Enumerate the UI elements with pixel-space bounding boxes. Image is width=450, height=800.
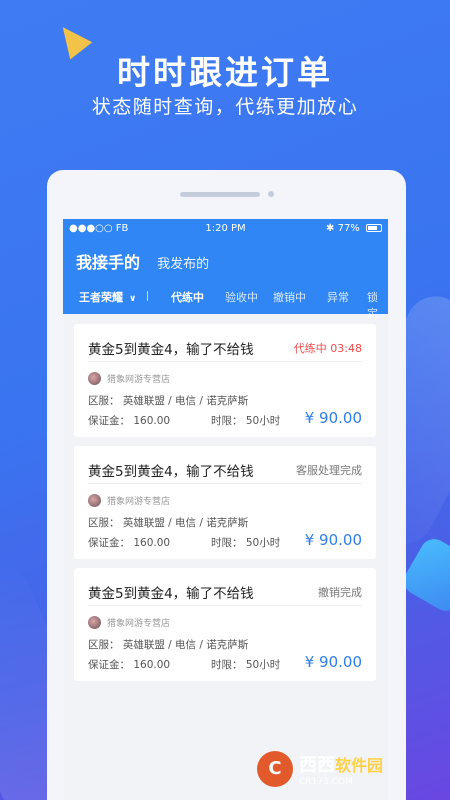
site-watermark: C 西西软件园 CR173.COM [257,750,432,788]
order-card[interactable]: 黄金5到黄金4，输了不给钱 客服处理完成 猎象网游专营店 区服： 英雄联盟 / … [74,446,376,559]
shop-name: 猎象网游专营店 [107,497,171,507]
card-divider [88,483,362,484]
promo-headline: 时时跟进订单 [117,53,333,92]
watermark-text: 西西软件园 CR173.COM [293,751,383,787]
order-card[interactable]: 黄金5到黄金4，输了不给钱 代练中 03:48 猎象网游专营店 区服： 英雄联盟… [74,324,376,437]
order-status: 代练中 03:48 [293,342,362,355]
watermark-sub: 软件园 [335,756,384,775]
watermark-brand: 西西 [299,755,335,776]
battery-indicator: ✱ 77% [326,223,382,234]
game-selector[interactable]: 王者荣耀 ∨ [79,289,136,305]
watermark-logo: C [257,751,293,787]
order-time-limit: 时限： 50小时 [211,415,281,427]
order-deposit: 保证金： 160.00 [88,659,171,671]
status-bar: ●●●○○ FB 1:20 PM ✱ 77% [63,219,388,239]
order-deposit: 保证金： 160.00 [88,537,171,549]
shop-info: 猎象网游专营店 [88,494,170,507]
game-selector-label: 王者荣耀 [79,291,123,304]
order-price: ¥ 90.00 [304,531,362,549]
order-price: ¥ 90.00 [304,409,362,427]
filter-bar: 王者荣耀 ∨ 代练中 验收中 撤销中 异常 锁定 [63,289,388,320]
order-status: 客服处理完成 [296,464,362,477]
order-card[interactable]: 黄金5到黄金4，输了不给钱 撤销完成 猎象网游专营店 区服： 英雄联盟 / 电信… [74,568,376,681]
order-title: 黄金5到黄金4，输了不给钱 [88,586,254,602]
order-deposit: 保证金： 160.00 [88,415,171,427]
bluetooth-icon: ✱ [326,223,335,234]
shop-info: 猎象网游专营店 [88,616,170,629]
phone-camera [268,191,274,197]
order-status: 撤销完成 [318,586,362,599]
filter-in-progress[interactable]: 代练中 [171,289,204,305]
shop-avatar [88,372,101,385]
header-tabs: 我接手的 我发布的 [76,249,209,273]
tab-accepted[interactable]: 我接手的 [76,253,140,272]
order-title: 黄金5到黄金4，输了不给钱 [88,464,254,480]
battery-percent: 77% [337,223,360,234]
shop-avatar [88,494,101,507]
chevron-down-icon: ∨ [129,294,137,304]
order-title: 黄金5到黄金4，输了不给钱 [88,342,254,358]
shop-name: 猎象网游专营店 [107,375,171,385]
filter-revoking[interactable]: 撤销中 [273,289,306,305]
app-screen: ●●●○○ FB 1:20 PM ✱ 77% 我接手的 我发布的 王者荣耀 ∨ 代… [63,219,388,800]
card-divider [88,605,362,606]
order-time-limit: 时限： 50小时 [211,659,281,671]
order-region: 区服： 英雄联盟 / 电信 / 诺克萨斯 [88,639,249,651]
shop-avatar [88,616,101,629]
phone-speaker [180,192,260,197]
app-header: ●●●○○ FB 1:20 PM ✱ 77% 我接手的 我发布的 王者荣耀 ∨ 代… [63,219,388,320]
tab-published[interactable]: 我发布的 [157,257,209,272]
watermark-url: CR173.COM [299,777,353,787]
filter-locked[interactable]: 锁定 [367,289,388,321]
order-price: ¥ 90.00 [304,653,362,671]
order-region: 区服： 英雄联盟 / 电信 / 诺克萨斯 [88,517,249,529]
card-divider [88,361,362,362]
battery-icon [366,224,382,232]
filter-checking[interactable]: 验收中 [225,289,258,305]
filter-divider [147,291,148,301]
filter-abnormal[interactable]: 异常 [327,289,349,305]
shop-name: 猎象网游专营店 [107,619,171,629]
decorative-tile [399,534,450,616]
shop-info: 猎象网游专营店 [88,372,170,385]
promo-subline: 状态随时查询，代练更加放心 [91,96,359,118]
order-region: 区服： 英雄联盟 / 电信 / 诺克萨斯 [88,395,249,407]
order-time-limit: 时限： 50小时 [211,537,281,549]
